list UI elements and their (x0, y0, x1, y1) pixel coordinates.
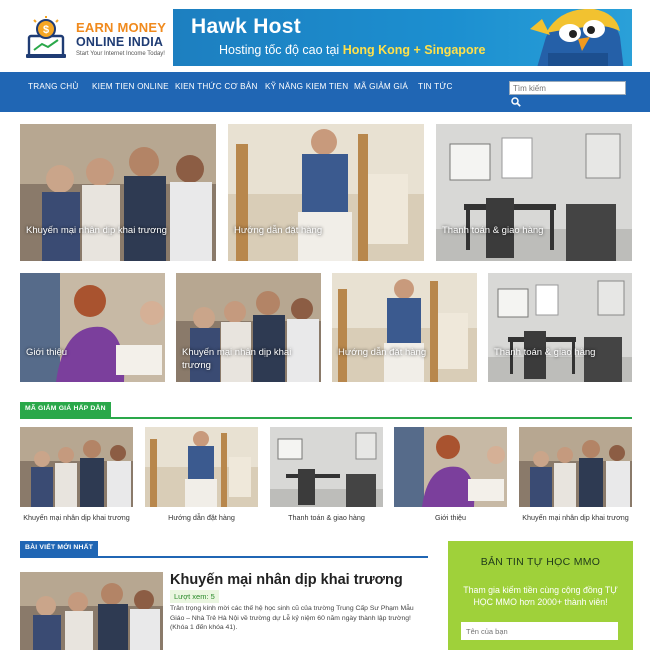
nav-item-home[interactable]: TRANG CHỦ (28, 82, 78, 91)
featured-tile[interactable]: Hướng dẫn đặt hàng (332, 273, 477, 382)
woman-easel-image (228, 124, 424, 261)
newsletter-text: Tham gia kiếm tiền cùng cộng đồng TỰ HỌC… (463, 585, 618, 607)
coupon-caption: Giới thiệu (434, 513, 467, 522)
logo-line-2: ONLINE INDIA (76, 35, 164, 49)
coupon-card[interactable]: Khuyến mại nhân dịp khai trương (519, 427, 632, 525)
coupon-caption: Khuyến mại nhân dịp khai trương (522, 513, 629, 522)
students-group-image (20, 124, 216, 261)
money-bulb-icon: $ (26, 16, 66, 58)
featured-tile[interactable]: Khuyến mại nhân dịp khai trương (20, 124, 216, 261)
post-title[interactable]: Khuyến mại nhân dịp khai trương (170, 572, 403, 588)
gray-office-image (488, 273, 632, 382)
nav-item-kien-thuc-co-ban[interactable]: KIEN THỨC CƠ BẢN (175, 82, 258, 91)
view-count-badge: Lượt xem: 5 (170, 590, 219, 603)
hawk-mascot-icon (530, 9, 624, 66)
tile-caption: Thanh toán & giao hàng (442, 225, 544, 236)
tile-caption: Giới thiệu (26, 347, 68, 358)
site-logo[interactable]: $ EARN MONEY ONLINE INDIA Start Your Int… (26, 14, 170, 62)
svg-text:$: $ (43, 24, 49, 36)
coupon-caption: Thanh toán & giao hàng (288, 513, 365, 522)
post-excerpt: Trân trọng kính mời các thế hệ học sinh … (170, 605, 414, 631)
coupon-card[interactable]: Khuyến mại nhân dịp khai trương (20, 427, 133, 525)
students-group-image (20, 572, 163, 650)
search-icon[interactable] (511, 97, 521, 107)
banner-title: Hawk Host (191, 15, 302, 38)
tile-caption: Thanh toán & giao hàng (494, 347, 596, 358)
latest-section-title: BÀI VIẾT MỚI NHẤT (20, 541, 99, 557)
tile-caption: Khuyến mại nhân dịp khai trương (26, 225, 167, 236)
coupon-section-header: MÃ GIẢM GIÁ HẤP DẪN (20, 402, 632, 419)
coupon-section-title: MÃ GIẢM GIÁ HẤP DẪN (20, 402, 111, 418)
banner-subtitle: Hosting tốc độ cao tại Hong Kong + Singa… (219, 43, 486, 57)
name-field[interactable] (461, 622, 618, 640)
students-group-image (519, 427, 632, 507)
coupon-caption: Hướng dẫn đặt hàng (168, 513, 235, 522)
post-thumbnail[interactable] (20, 572, 163, 650)
search-input[interactable] (509, 81, 626, 95)
nav-item-kiem-tien-online[interactable]: KIEM TIEN ONLINE (92, 82, 169, 91)
woman-easel-image (332, 273, 477, 382)
woman-easel-image (145, 427, 258, 507)
nav-item-ky-nang-kiem-tien[interactable]: KỸ NĂNG KIEM TIEN (265, 82, 348, 91)
hawkhost-banner[interactable]: Hawk Host Hosting tốc độ cao tại Hong Ko… (173, 9, 632, 66)
logo-tagline: Start Your Internet Income Today! (76, 50, 165, 57)
nav-item-ma-giam-gia[interactable]: MÃ GIẢM GIÁ (354, 82, 408, 91)
latest-section-header: BÀI VIẾT MỚI NHẤT (20, 541, 428, 558)
site-header: $ EARN MONEY ONLINE INDIA Start Your Int… (0, 0, 650, 72)
tile-caption: Khuyến mại nhân dịp khai trương (182, 347, 292, 371)
page: $ EARN MONEY ONLINE INDIA Start Your Int… (0, 0, 650, 650)
tile-caption: Hướng dẫn đặt hàng (338, 347, 427, 358)
coupon-card[interactable]: Hướng dẫn đặt hàng (145, 427, 258, 525)
coupon-card[interactable]: Thanh toán & giao hàng (270, 427, 383, 525)
logo-line-1: EARN MONEY (76, 20, 167, 35)
tile-caption: Hướng dẫn đặt hàng (234, 225, 323, 236)
divider (20, 556, 428, 558)
newsletter-title: BẢN TIN TỰ HỌC MMO (480, 556, 601, 568)
students-group-image (20, 427, 133, 507)
featured-tile[interactable]: Khuyến mại nhân dịp khai trương (176, 273, 321, 382)
divider (20, 417, 632, 419)
featured-tile[interactable]: Thanh toán & giao hàng (488, 273, 632, 382)
gray-office-image (436, 124, 632, 261)
featured-tile[interactable]: Thanh toán & giao hàng (436, 124, 632, 261)
gray-office-image (270, 427, 383, 507)
coupon-card[interactable]: Giới thiệu (394, 427, 507, 525)
nav-item-tin-tuc[interactable]: TIN TỨC (418, 82, 453, 91)
coupon-caption: Khuyến mại nhân dịp khai trương (23, 513, 130, 522)
featured-tile[interactable]: Giới thiệu (20, 273, 165, 382)
woman-reading-image (394, 427, 507, 507)
featured-tile[interactable]: Hướng dẫn đặt hàng (228, 124, 424, 261)
woman-reading-image (20, 273, 165, 382)
